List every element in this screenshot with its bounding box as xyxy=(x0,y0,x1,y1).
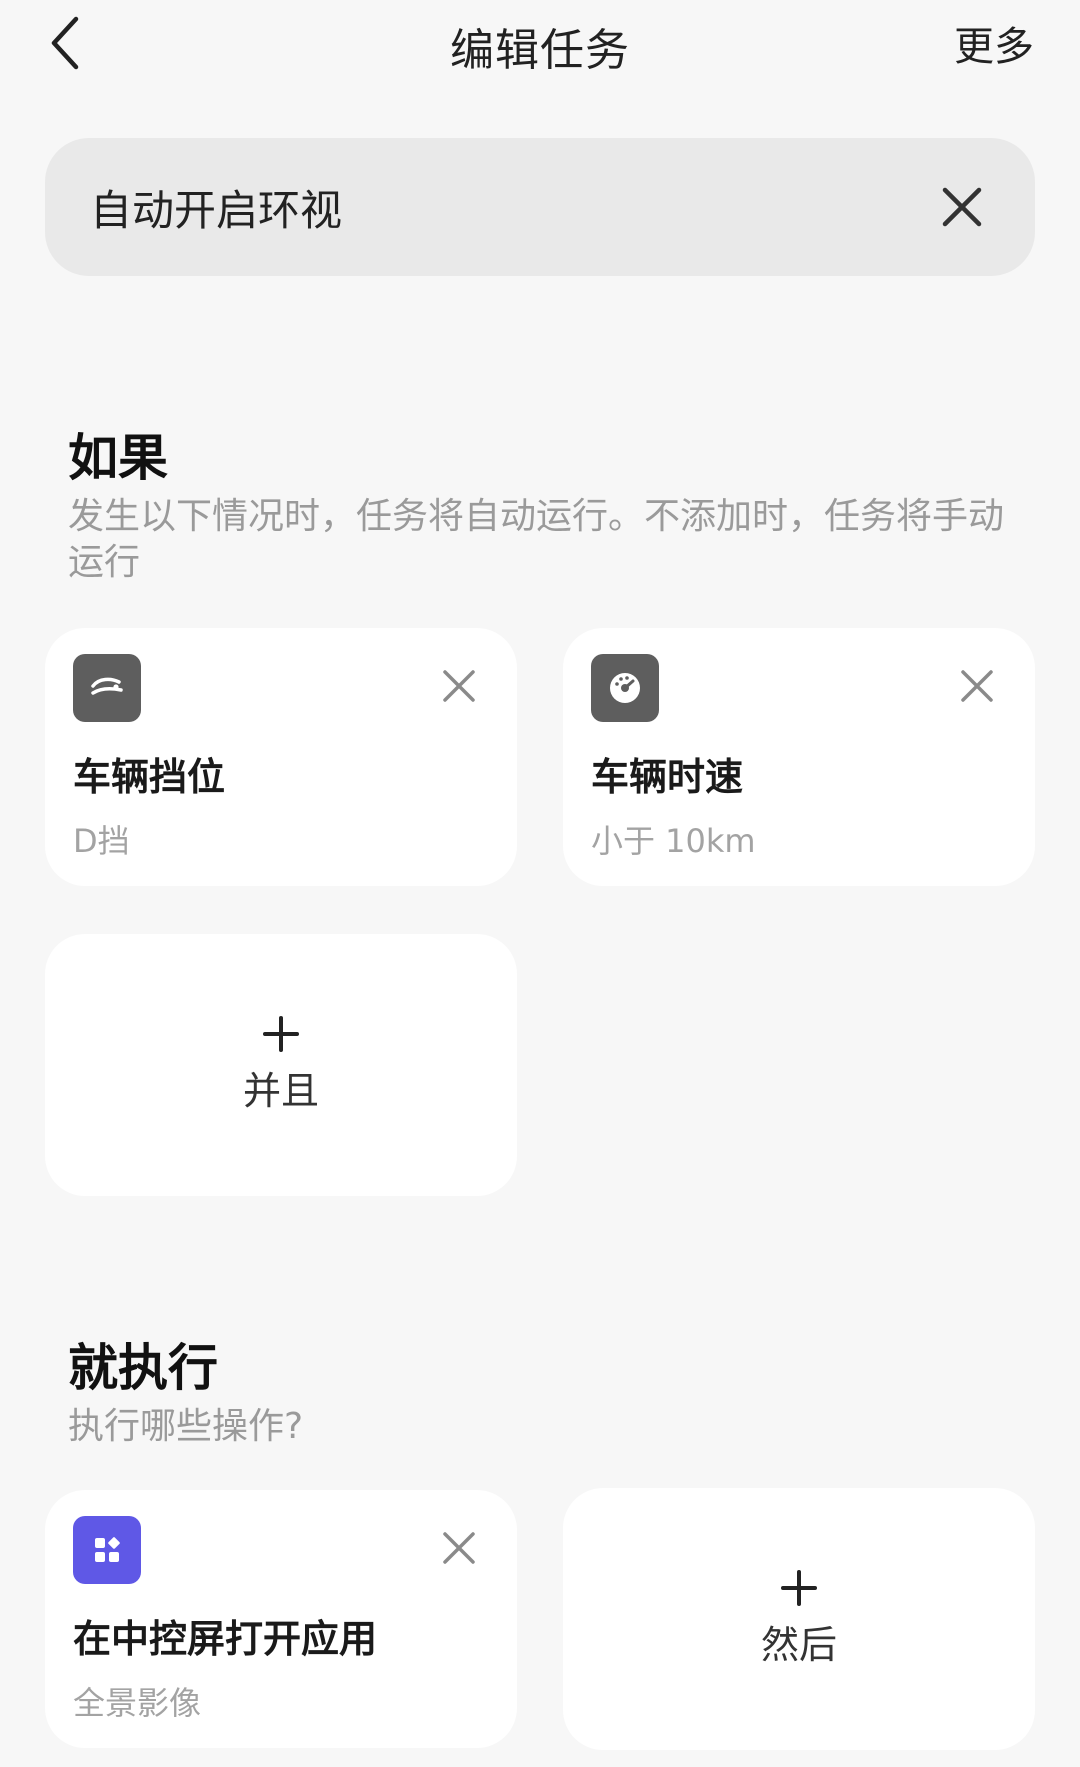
plus-icon xyxy=(263,1015,299,1052)
then-section-description: 执行哪些操作? xyxy=(68,1406,304,1447)
add-action-label: 然后 xyxy=(760,1622,837,1667)
more-button[interactable]: 更多 xyxy=(954,14,1034,72)
action-label: 在中控屏打开应用 xyxy=(73,1617,378,1661)
apps-icon xyxy=(73,1516,141,1584)
condition-label: 车辆挡位 xyxy=(73,755,226,799)
then-section-title: 就执行 xyxy=(68,1339,218,1397)
add-condition-label: 并且 xyxy=(242,1068,319,1113)
clear-icon[interactable] xyxy=(937,182,987,232)
if-section-title: 如果 xyxy=(68,429,168,487)
plus-icon xyxy=(781,1569,817,1606)
if-section-description: 发生以下情况时，任务将自动运行。不添加时，任务将手动运行 xyxy=(68,496,1005,583)
gear-shift-icon xyxy=(73,654,141,722)
condition-card-speed[interactable]: 车辆时速 小于 10km xyxy=(563,628,1035,886)
condition-card-gear[interactable]: 车辆挡位 D挡 xyxy=(45,628,517,886)
task-name-input[interactable] xyxy=(90,138,910,276)
action-card-open-app[interactable]: 在中控屏打开应用 全景影像 xyxy=(45,1490,517,1748)
condition-value: D挡 xyxy=(73,822,130,860)
task-name-field[interactable] xyxy=(45,138,1035,276)
action-value: 全景影像 xyxy=(73,1684,202,1722)
remove-condition-icon[interactable] xyxy=(959,668,995,704)
remove-condition-icon[interactable] xyxy=(441,668,477,704)
condition-value: 小于 10km xyxy=(591,822,756,860)
condition-label: 车辆时速 xyxy=(591,755,744,799)
add-condition-button[interactable]: 并且 xyxy=(45,934,517,1196)
page-title: 编辑任务 xyxy=(450,25,630,76)
speedometer-icon xyxy=(591,654,659,722)
remove-action-icon[interactable] xyxy=(441,1530,477,1566)
add-action-button[interactable]: 然后 xyxy=(563,1488,1035,1750)
top-bar: 编辑任务 更多 xyxy=(0,0,1080,90)
